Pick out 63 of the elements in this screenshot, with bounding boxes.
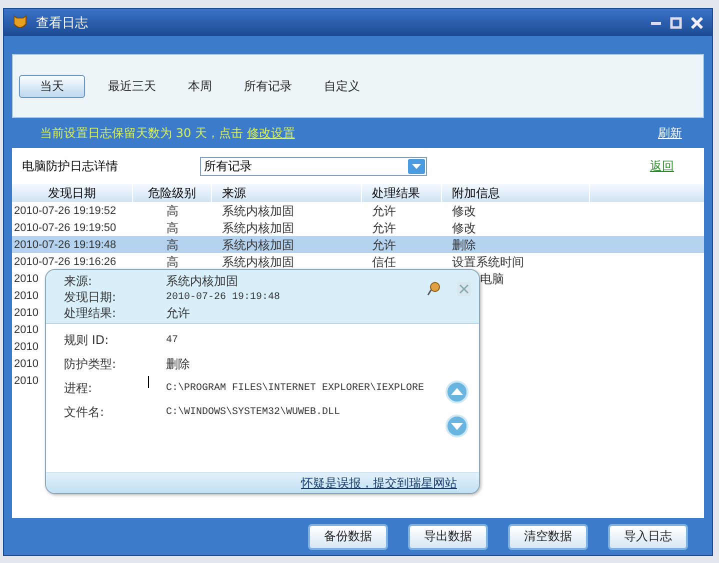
log-title: 电脑防护日志详情 xyxy=(22,158,119,174)
retention-notice: 当前设置日志保留天数为 30 天，点击 xyxy=(40,124,243,142)
detail-label: 来源: xyxy=(64,273,92,290)
window-title: 查看日志 xyxy=(36,14,89,32)
action-button[interactable]: 备份数据 xyxy=(308,524,388,550)
table-cell: 删除 xyxy=(452,236,476,252)
table-row[interactable]: 2010-07-26 19:16:26 高 系统内核加固 信任 设置系统时间 xyxy=(12,253,704,270)
table-cell: 允许 xyxy=(372,220,396,236)
table-row[interactable]: 2010-07-26 19:19:50 高 系统内核加固 允许 修改 xyxy=(12,219,704,236)
close-icon[interactable] xyxy=(690,16,704,30)
detail-value: C:\WINDOWS\SYSTEM32\WUWEB.DLL xyxy=(166,406,340,418)
table-cell: 系统内核加固 xyxy=(222,236,294,252)
period-tab[interactable]: 本周 xyxy=(179,74,221,98)
table-cell: 允许 xyxy=(372,202,396,218)
table-cell-text: 2010-07-26 19:19:48 xyxy=(14,238,116,252)
table-cell: 设置系统时间 xyxy=(452,254,524,270)
maximize-icon[interactable] xyxy=(670,16,682,28)
action-button[interactable]: 清空数据 xyxy=(508,524,588,550)
filter-dropdown[interactable]: 所有记录 xyxy=(200,156,427,176)
table-cell: 系统内核加固 xyxy=(222,254,294,270)
table-cell-text: 2010-07-26 19:19:52 xyxy=(14,204,116,218)
table-cell: 高 xyxy=(166,202,178,218)
period-tab[interactable]: 所有记录 xyxy=(235,74,301,98)
table-cell: 修改 xyxy=(452,202,476,218)
detail-value: 允许 xyxy=(166,305,190,322)
detail-value: C:\PROGRAM FILES\INTERNET EXPLORER\IEXPLORE xyxy=(166,382,424,394)
table-row[interactable]: 2010-07-26 19:19:52 高 系统内核加固 允许 修改 xyxy=(12,202,704,219)
table-cell-text: 2010-07-26 19:19:50 xyxy=(14,220,116,236)
table-cell: 系统内核加固 xyxy=(222,202,294,218)
column-header[interactable]: 处理结果 xyxy=(362,184,442,202)
detail-label: 规则 ID: xyxy=(64,332,109,348)
action-button[interactable]: 导入日志 xyxy=(608,524,688,550)
table-cell: 高 xyxy=(166,236,178,252)
caret-icon xyxy=(408,158,425,174)
detail-value: 删除 xyxy=(166,356,190,372)
column-header[interactable]: 附加信息 xyxy=(442,184,590,202)
detail-label: 防护类型: xyxy=(64,356,116,372)
detail-label: 处理结果: xyxy=(64,305,116,322)
table-cell: 系统内核加固 xyxy=(222,220,294,236)
table-cell-text: 2010 xyxy=(14,322,38,338)
detail-label: 发现日期: xyxy=(64,289,116,306)
period-tab[interactable]: 当天 xyxy=(19,74,85,98)
detail-value: 2010-07-26 19:19:48 xyxy=(166,292,280,303)
detail-label: 文件名: xyxy=(64,404,104,420)
refresh-link[interactable]: 刷新 xyxy=(658,124,682,142)
table-cell: 高 xyxy=(166,220,178,236)
table-cell-text: 2010-07-26 19:16:26 xyxy=(14,254,116,270)
column-header[interactable]: 来源 xyxy=(212,184,362,202)
table-cell: 修改 xyxy=(452,220,476,236)
detail-label: 进程: xyxy=(64,380,92,396)
text-cursor xyxy=(148,376,149,388)
table-row[interactable]: 2010-07-26 19:19:48 高 系统内核加固 允许 删除 xyxy=(12,236,704,253)
period-tab[interactable]: 自定义 xyxy=(315,74,369,98)
period-tab[interactable]: 最近三天 xyxy=(99,74,165,98)
detail-value: 47 xyxy=(166,334,178,346)
detail-value: 系统内核加固 xyxy=(166,273,238,290)
table-cell: 信任 xyxy=(372,254,396,270)
back-link[interactable]: 返回 xyxy=(650,158,674,174)
column-header[interactable]: 发现日期 xyxy=(12,184,133,202)
table-cell: 高 xyxy=(166,254,178,270)
table-cell: 允许 xyxy=(372,236,396,252)
column-header[interactable]: 危险级别 xyxy=(133,184,212,202)
action-button[interactable]: 导出数据 xyxy=(408,524,488,550)
